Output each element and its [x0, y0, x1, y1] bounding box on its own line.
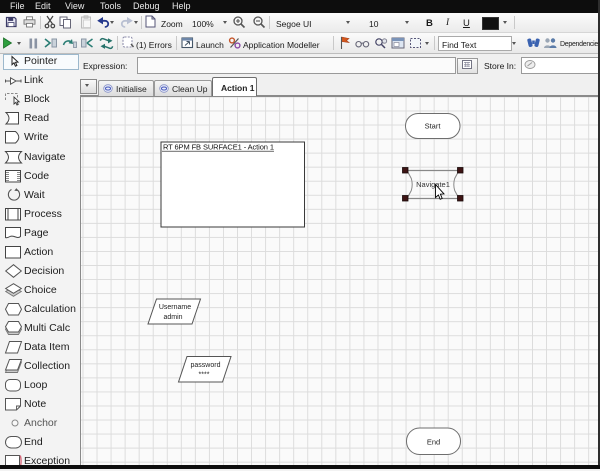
svg-text:****: **** — [199, 372, 210, 379]
svg-text:Username: Username — [159, 304, 191, 311]
svg-text:RT 6PM FB SURFACE1 - Action 1: RT 6PM FB SURFACE1 - Action 1 — [163, 143, 274, 152]
svg-text:End: End — [427, 438, 440, 447]
svg-text:password: password — [191, 362, 221, 369]
svg-text:admin: admin — [163, 314, 182, 321]
svg-text:Navigate1: Navigate1 — [416, 180, 450, 189]
svg-text:Start: Start — [425, 122, 442, 131]
